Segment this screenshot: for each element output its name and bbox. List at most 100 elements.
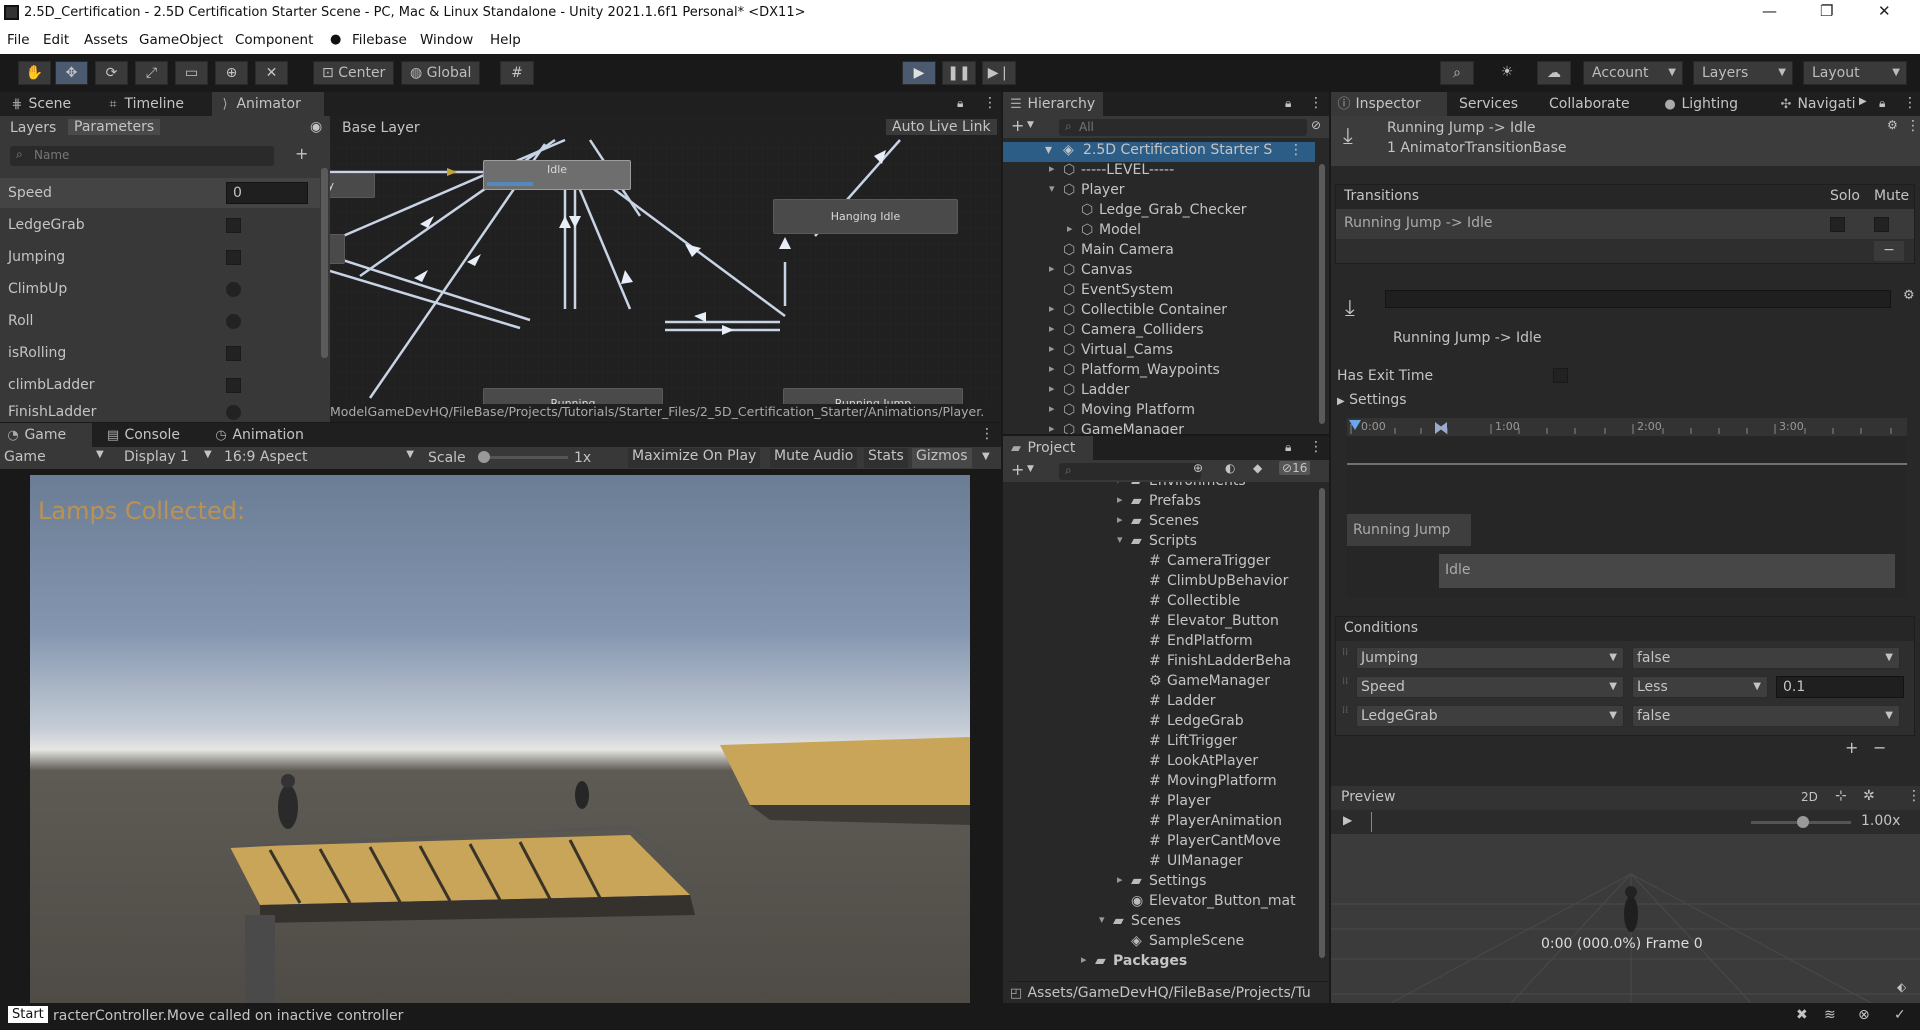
preview-play-button[interactable]: ▶: [1343, 813, 1352, 827]
project-item[interactable]: # CameraTrigger: [1003, 553, 1319, 573]
settings-icon[interactable]: ⚙: [1903, 288, 1915, 303]
chevron-right-icon[interactable]: ▸: [1117, 482, 1123, 486]
project-item[interactable]: ▸ ▰ Scenes: [1003, 513, 1319, 533]
settings-icon[interactable]: ⚙: [1887, 118, 1898, 132]
menu-help[interactable]: Help: [490, 32, 521, 48]
tab-services[interactable]: Services: [1453, 92, 1524, 116]
timeline-source-bar[interactable]: Running Jump: [1347, 514, 1471, 546]
menu-filebase[interactable]: Filebase: [352, 32, 407, 48]
search-by-type-icon[interactable]: ⊕: [1193, 461, 1203, 475]
parameter-row[interactable]: Roll: [0, 306, 320, 336]
lock-icon[interactable]: 🔒︎: [1879, 96, 1885, 111]
hierarchy-item[interactable]: ⬡ EventSystem: [1003, 282, 1315, 302]
parameter-checkbox[interactable]: [226, 378, 241, 393]
chevron-down-icon[interactable]: ▼: [1027, 464, 1034, 474]
condition-operator-dropdown[interactable]: Less ▼: [1632, 676, 1768, 698]
lock-icon[interactable]: 🔒︎: [1285, 96, 1291, 111]
project-item[interactable]: # ClimbUpBehavior: [1003, 573, 1319, 593]
preview-scrub-cursor[interactable]: [1371, 812, 1372, 832]
game-viewport[interactable]: Lamps Collected:: [30, 475, 970, 1003]
project-item[interactable]: # Ladder: [1003, 693, 1319, 713]
hierarchy-item[interactable]: ▸ ⬡ Platform_Waypoints: [1003, 362, 1315, 382]
tab-project[interactable]: ▰ Project: [1003, 436, 1093, 460]
parameter-row[interactable]: climbLadder: [0, 370, 320, 400]
remove-transition-button[interactable]: −: [1874, 241, 1904, 261]
chevron-right-icon[interactable]: ▸: [1049, 342, 1055, 355]
state-node-idle[interactable]: Idle: [483, 160, 631, 190]
account-dropdown[interactable]: Account ▼: [1583, 61, 1683, 85]
check-circle-icon[interactable]: ✓: [1894, 1007, 1906, 1023]
layout-dropdown[interactable]: Layout ▼: [1803, 61, 1907, 85]
stats-button[interactable]: Stats: [864, 448, 908, 468]
tab-game[interactable]: ◔ Game: [0, 423, 92, 447]
gizmos-button[interactable]: Gizmos: [912, 448, 972, 468]
condition-parameter-dropdown[interactable]: Speed ▼: [1356, 676, 1624, 698]
scale-tool-icon[interactable]: ⤢: [135, 61, 168, 85]
maximize-button[interactable]: ❐: [1820, 2, 1833, 20]
grid-snap-icon[interactable]: #: [500, 61, 534, 85]
project-item[interactable]: # LookAtPlayer: [1003, 753, 1319, 773]
chevron-right-icon[interactable]: ▸: [1117, 493, 1123, 506]
project-search-input[interactable]: ⌕: [1059, 463, 1201, 480]
parameter-row[interactable]: LedgeGrab: [0, 210, 320, 240]
parameter-trigger[interactable]: [226, 282, 241, 297]
scale-slider-handle[interactable]: [478, 451, 490, 463]
layers-dropdown[interactable]: Layers ▼: [1693, 61, 1793, 85]
chevron-right-icon[interactable]: ▸: [1049, 322, 1055, 335]
hand-tool-icon[interactable]: ✋: [18, 61, 51, 85]
hierarchy-item[interactable]: ▸ ⬡ Collectible Container: [1003, 302, 1315, 322]
search-options-icon[interactable]: ⊘: [1311, 118, 1321, 132]
project-item[interactable]: # Player: [1003, 793, 1319, 813]
add-object-icon[interactable]: +: [1011, 116, 1024, 135]
hierarchy-search-input[interactable]: ⌕ All: [1059, 119, 1307, 136]
tag-icon[interactable]: ⬖: [1897, 980, 1906, 994]
parameter-float-field[interactable]: 0: [226, 182, 308, 204]
chevron-right-icon[interactable]: ▸: [1067, 222, 1073, 235]
project-item[interactable]: ▾ ▰ Scripts: [1003, 533, 1319, 553]
subtab-parameters[interactable]: Parameters: [68, 119, 161, 135]
project-item[interactable]: # LedgeGrab: [1003, 713, 1319, 733]
tab-timeline[interactable]: ⌗ Timeline: [100, 92, 190, 116]
project-item[interactable]: # PlayerAnimation: [1003, 813, 1319, 833]
menu-edit[interactable]: Edit: [43, 32, 69, 48]
game-mode-dropdown[interactable]: Game ▼: [4, 449, 104, 465]
tab-lighting[interactable]: ● Lighting: [1657, 92, 1744, 116]
project-item[interactable]: ▸ ▰ Packages: [1003, 953, 1319, 973]
avatar-icon[interactable]: ✲: [1863, 788, 1875, 804]
project-scrollbar[interactable]: [1319, 488, 1325, 958]
start-button[interactable]: Start: [8, 1006, 48, 1023]
project-item[interactable]: ▾ ▰ Scenes: [1003, 913, 1319, 933]
state-node-offscreen[interactable]: [330, 234, 345, 264]
chevron-right-icon[interactable]: ▸: [1049, 402, 1055, 415]
project-item[interactable]: # Collectible: [1003, 593, 1319, 613]
parameter-row[interactable]: ClimbUp: [0, 274, 320, 304]
project-item[interactable]: # EndPlatform: [1003, 633, 1319, 653]
add-condition-button[interactable]: +: [1845, 738, 1858, 757]
project-item[interactable]: # LiftTrigger: [1003, 733, 1319, 753]
transition-timeline[interactable]: 0:00 1:00 2:00 3:00 Running Jump Idle: [1347, 418, 1907, 598]
parameter-row[interactable]: Jumping: [0, 242, 320, 272]
hierarchy-item[interactable]: ⬡ Ledge_Grab_Checker: [1003, 202, 1315, 222]
tab-animator[interactable]: ⟩ Animator: [212, 92, 324, 116]
parameter-row[interactable]: Speed 0: [0, 178, 320, 208]
tab-collaborate[interactable]: Collaborate: [1543, 92, 1636, 116]
chevron-right-icon[interactable]: ▸: [1117, 513, 1123, 526]
chevron-down-icon[interactable]: ▾: [1049, 182, 1055, 195]
settings-foldout[interactable]: ▶ Settings: [1337, 392, 1407, 408]
transition-name-field[interactable]: [1385, 290, 1891, 308]
tab-console[interactable]: ▤ Console: [100, 423, 186, 447]
mute-checkbox[interactable]: [1874, 217, 1889, 232]
chevron-down-icon[interactable]: ▾: [1117, 533, 1123, 546]
pivot-icon[interactable]: ⊹: [1835, 788, 1847, 804]
parameter-row[interactable]: isRolling: [0, 338, 320, 368]
parameter-checkbox[interactable]: [226, 218, 241, 233]
hidden-packages-toggle[interactable]: ⊘16: [1279, 461, 1311, 475]
solo-checkbox[interactable]: [1830, 217, 1845, 232]
preview-speed-handle[interactable]: [1797, 816, 1809, 828]
project-item[interactable]: # FinishLadderBeha: [1003, 653, 1319, 673]
chevron-right-icon[interactable]: ▸: [1049, 302, 1055, 315]
project-item[interactable]: # UIManager: [1003, 853, 1319, 873]
eye-icon[interactable]: ◉: [310, 119, 322, 135]
chevron-right-icon[interactable]: ▸: [1049, 162, 1055, 175]
aspect-dropdown[interactable]: 16:9 Aspect ▼: [224, 449, 414, 465]
